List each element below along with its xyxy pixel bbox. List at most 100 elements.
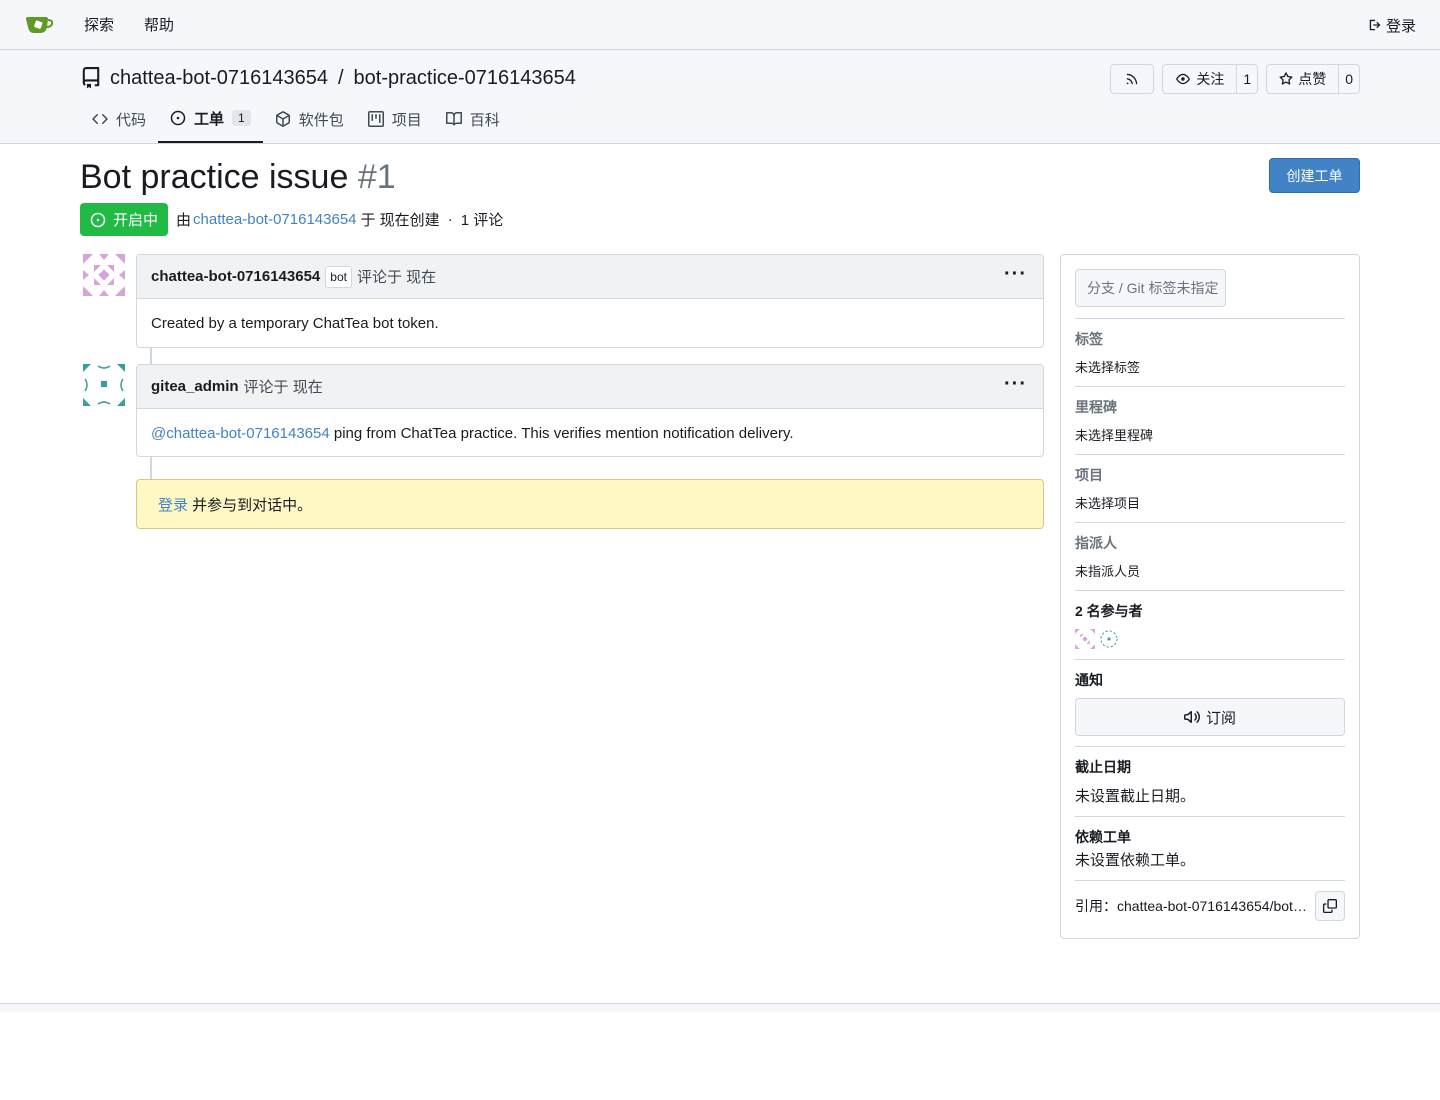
dependencies-section: 依赖工单 未设置依赖工单。 bbox=[1075, 827, 1345, 870]
timeline-connector bbox=[150, 348, 152, 364]
avatar[interactable] bbox=[83, 364, 125, 406]
tab-packages-label: 软件包 bbox=[298, 111, 344, 129]
assignees-value: 未指派人员 bbox=[1075, 564, 1141, 579]
divider bbox=[1075, 318, 1345, 319]
meta-comments: 1 评论 bbox=[460, 212, 504, 229]
dependencies-title: 依赖工单 bbox=[1075, 829, 1131, 845]
login-notice-text: 并参与到对话中。 bbox=[188, 496, 313, 514]
milestone-section[interactable]: 里程碑 未选择里程碑 bbox=[1075, 397, 1345, 444]
watch-count[interactable]: 1 bbox=[1236, 65, 1257, 93]
watch-label: 关注 bbox=[1196, 71, 1225, 87]
tab-wiki-label: 百科 bbox=[469, 111, 500, 129]
star-button[interactable]: 点赞 0 bbox=[1266, 64, 1360, 94]
sign-in-icon bbox=[1369, 19, 1381, 31]
issues-count-badge: 1 bbox=[232, 110, 251, 126]
code-icon bbox=[92, 114, 108, 124]
rss-icon bbox=[1111, 65, 1153, 93]
labels-section[interactable]: 标签 未选择标签 bbox=[1075, 329, 1345, 376]
issue-state-label: 开启中 bbox=[113, 212, 159, 229]
divider bbox=[1075, 522, 1345, 523]
tab-projects[interactable]: 项目 bbox=[356, 95, 434, 143]
assignees-section[interactable]: 指派人 未指派人员 bbox=[1075, 533, 1345, 580]
repo-name-link[interactable]: bot-practice-0716143654 bbox=[354, 67, 576, 90]
participant-avatar[interactable] bbox=[1075, 629, 1095, 649]
repo-title: chattea-bot-0716143654 / bot-practice-07… bbox=[80, 66, 576, 90]
due-date-section: 截止日期 未设置截止日期。 bbox=[1075, 757, 1345, 806]
tab-packages[interactable]: 软件包 bbox=[263, 95, 356, 143]
comment: gitea_admin 评论于 现在 ··· @chattea-bot-0716… bbox=[136, 364, 1044, 457]
eye-icon bbox=[1176, 73, 1191, 85]
comment-header: gitea_admin 评论于 现在 ··· bbox=[137, 365, 1043, 409]
nav-help[interactable]: 帮助 bbox=[144, 14, 174, 35]
comment-time: 评论于 现在 bbox=[356, 269, 437, 286]
assignees-title: 指派人 bbox=[1075, 535, 1117, 551]
due-date-title: 截止日期 bbox=[1075, 759, 1131, 775]
comment-body: Created by a temporary ChatTea bot token… bbox=[151, 314, 439, 332]
megaphone-icon bbox=[1183, 711, 1200, 723]
issue-title-text: Bot practice issue bbox=[80, 158, 349, 196]
tab-code[interactable]: 代码 bbox=[80, 95, 158, 143]
branch-selector[interactable]: 分支 / Git 标签未指定 bbox=[1075, 269, 1226, 307]
tab-code-label: 代码 bbox=[116, 111, 147, 129]
projects-section[interactable]: 项目 未选择项目 bbox=[1075, 465, 1345, 512]
participants-section: 2 名参与者 bbox=[1075, 601, 1345, 649]
issue-opened-icon bbox=[90, 212, 106, 227]
comment-time: 评论于 现在 bbox=[243, 379, 323, 396]
divider bbox=[1075, 454, 1345, 455]
meta-created: 于 现在创建 bbox=[360, 212, 440, 229]
login-label: 登录 bbox=[1385, 17, 1416, 35]
meta-by: 由 bbox=[176, 212, 192, 229]
repo-owner-link[interactable]: chattea-bot-0716143654 bbox=[110, 67, 328, 90]
watch-button[interactable]: 关注 1 bbox=[1162, 64, 1259, 94]
avatar[interactable] bbox=[83, 254, 125, 296]
bot-badge: bot bbox=[325, 265, 352, 288]
comment-body: @chattea-bot-0716143654 ping from ChatTe… bbox=[137, 409, 1043, 457]
issue-sidebar: 分支 / Git 标签未指定 标签 未选择标签 里程碑 未选择里程碑 项目 未选… bbox=[1060, 254, 1360, 939]
participant-avatar[interactable] bbox=[1099, 629, 1119, 649]
mention-link[interactable]: @chattea-bot-0716143654 bbox=[151, 425, 330, 442]
repo-header: chattea-bot-0716143654 / bot-practice-07… bbox=[0, 50, 1440, 144]
timeline-connector bbox=[150, 457, 152, 479]
repo-tabs: 代码 工单 1 软件包 项目 百科 bbox=[80, 95, 512, 143]
login-link[interactable]: 登录 bbox=[1368, 0, 1416, 50]
issue-meta: 开启中 由 chattea-bot-0716143654 于 现在创建 · 1 … bbox=[80, 203, 503, 236]
participants-list bbox=[1075, 629, 1345, 649]
new-issue-button[interactable]: 创建工单 bbox=[1269, 158, 1360, 193]
issue-opened-icon bbox=[170, 110, 186, 126]
repo-separator: / bbox=[337, 66, 344, 89]
notifications-section: 通知 订阅 bbox=[1075, 670, 1345, 736]
more-options-icon[interactable]: ··· bbox=[1004, 374, 1027, 394]
divider bbox=[1075, 880, 1345, 881]
more-options-icon[interactable]: ··· bbox=[1004, 264, 1027, 284]
star-count[interactable]: 0 bbox=[1338, 65, 1359, 93]
gitea-logo-icon[interactable] bbox=[24, 10, 54, 40]
package-icon bbox=[275, 111, 290, 127]
participants-title: 2 名参与者 bbox=[1075, 603, 1143, 619]
divider bbox=[1075, 386, 1345, 387]
repo-actions: 关注 1 点赞 0 bbox=[1110, 64, 1360, 94]
comment-author[interactable]: gitea_admin bbox=[151, 378, 239, 395]
copy-icon bbox=[1323, 899, 1337, 913]
dependencies-value: 未设置依赖工单。 bbox=[1075, 852, 1196, 869]
rss-button[interactable] bbox=[1110, 64, 1155, 94]
book-icon bbox=[445, 111, 462, 126]
tab-wiki[interactable]: 百科 bbox=[434, 95, 512, 143]
copy-reference-button[interactable] bbox=[1315, 891, 1345, 921]
comment: chattea-bot-0716143654 bot 评论于 现在 ··· Cr… bbox=[136, 254, 1044, 348]
due-date-value: 未设置截止日期。 bbox=[1075, 788, 1196, 805]
login-notice-link[interactable]: 登录 bbox=[158, 494, 188, 515]
notifications-title: 通知 bbox=[1075, 672, 1103, 688]
divider bbox=[1075, 590, 1345, 591]
subscribe-button[interactable]: 订阅 bbox=[1075, 698, 1345, 736]
milestone-value: 未选择里程碑 bbox=[1075, 428, 1154, 443]
comment-author[interactable]: chattea-bot-0716143654 bbox=[151, 268, 320, 285]
footer bbox=[0, 1003, 1440, 1012]
tab-issues[interactable]: 工单 1 bbox=[158, 95, 263, 143]
projects-value: 未选择项目 bbox=[1075, 496, 1141, 511]
tab-issues-label: 工单 bbox=[194, 110, 225, 128]
project-icon bbox=[367, 111, 384, 127]
nav-explore[interactable]: 探索 bbox=[84, 14, 114, 35]
meta-author-link[interactable]: chattea-bot-0716143654 bbox=[193, 211, 356, 228]
meta-dot: · bbox=[447, 211, 453, 228]
login-notice: 登录 并参与到对话中。 bbox=[136, 479, 1044, 529]
